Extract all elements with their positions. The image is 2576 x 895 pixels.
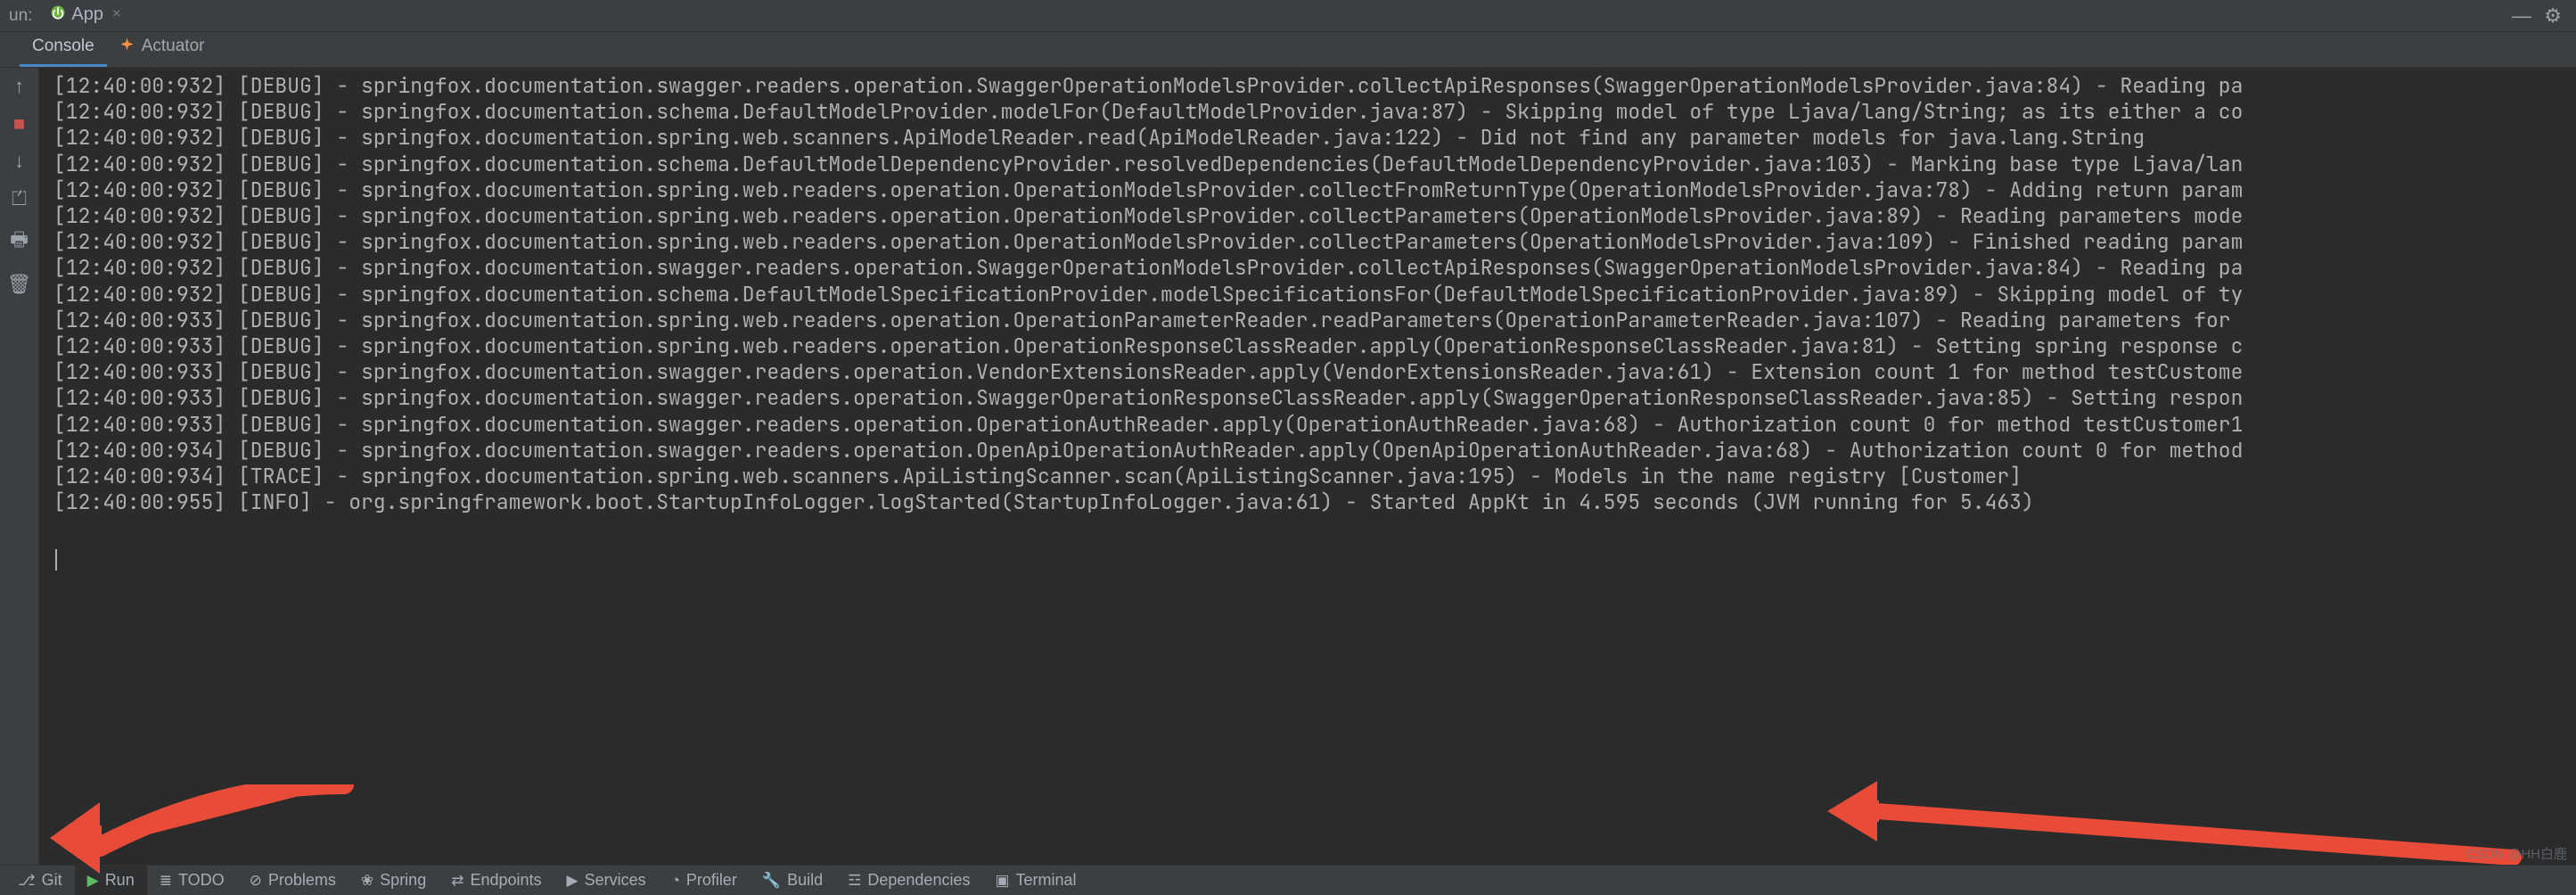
rerun-icon[interactable]: ↑ xyxy=(14,75,24,98)
footer-problems-label: Problems xyxy=(268,871,336,890)
dependencies-icon: ☲ xyxy=(848,872,861,890)
console-output[interactable]: [12:40:00:932] [DEBUG] - springfox.docum… xyxy=(39,68,2576,865)
footer-services[interactable]: ▶ Services xyxy=(554,866,659,895)
console-gutter: ↑ ■ ↓ ⏍ 🖶 🗑 xyxy=(0,68,39,865)
bottom-toolbar: ⎇ Git ▶ Run ≣ TODO ⊘ Problems ❀ Spring ⇄ Endpoints ▶… xyxy=(0,865,2576,895)
log-line: [12:40:00:934] [TRACE] - springfox.docum… xyxy=(53,464,2576,489)
log-line: [12:40:00:932] [DEBUG] - springfox.docum… xyxy=(53,229,2576,255)
run-label: un: xyxy=(9,6,32,26)
log-line: [12:40:00:932] [DEBUG] - springfox.docum… xyxy=(53,255,2576,281)
gear-icon[interactable]: ⚙ xyxy=(2544,4,2562,28)
footer-run-label: Run xyxy=(105,871,135,890)
footer-problems[interactable]: ⊘ Problems xyxy=(237,866,349,895)
tab-actuator[interactable]: Actuator xyxy=(107,28,217,67)
log-line: [12:40:00:955] [INFO] - org.springframew… xyxy=(53,489,2576,515)
footer-terminal[interactable]: ▣ Terminal xyxy=(982,866,1088,895)
close-tab-icon[interactable]: × xyxy=(112,6,120,22)
terminal-icon: ▣ xyxy=(995,872,1009,890)
footer-profiler[interactable]: ◔ Profiler xyxy=(659,866,750,895)
footer-build[interactable]: 🔧 Build xyxy=(750,866,835,895)
print-icon[interactable]: 🖶 xyxy=(10,225,29,259)
log-line: [12:40:00:932] [DEBUG] - springfox.docum… xyxy=(53,177,2576,203)
footer-todo-label: TODO xyxy=(178,871,225,890)
endpoints-icon: ⇄ xyxy=(451,872,464,890)
build-icon: 🔧 xyxy=(762,872,781,890)
log-line: [12:40:00:932] [DEBUG] - springfox.docum… xyxy=(53,152,2576,177)
log-line: [12:40:00:934] [DEBUG] - springfox.docum… xyxy=(53,438,2576,464)
watermark: CSDN @HH白鹿 xyxy=(2465,844,2567,863)
footer-endpoints[interactable]: ⇄ Endpoints xyxy=(439,866,554,895)
run-tabs: Console Actuator xyxy=(0,32,2576,68)
footer-todo[interactable]: ≣ TODO xyxy=(147,866,237,895)
log-line: [12:40:00:932] [DEBUG] - springfox.docum… xyxy=(53,99,2576,125)
log-line: [12:40:00:932] [DEBUG] - springfox.docum… xyxy=(53,125,2576,151)
tab-actuator-label: Actuator xyxy=(142,37,205,56)
spring-icon: ❀ xyxy=(361,872,373,890)
footer-dependencies[interactable]: ☲ Dependencies xyxy=(835,866,982,895)
down-icon[interactable]: ↓ xyxy=(14,150,24,173)
problems-icon: ⊘ xyxy=(250,872,262,890)
log-line: [12:40:00:932] [DEBUG] - springfox.docum… xyxy=(53,203,2576,229)
log-line: [12:40:00:933] [DEBUG] - springfox.docum… xyxy=(53,359,2576,385)
footer-git-label: Git xyxy=(42,871,62,890)
services-icon: ▶ xyxy=(567,872,578,890)
run-config-tab[interactable]: App × xyxy=(43,1,135,31)
footer-terminal-label: Terminal xyxy=(1016,871,1077,890)
log-line: [12:40:00:932] [DEBUG] - springfox.docum… xyxy=(53,73,2576,99)
hide-icon[interactable]: — xyxy=(2512,4,2531,28)
footer-run[interactable]: ▶ Run xyxy=(75,866,147,895)
stop-icon[interactable]: ■ xyxy=(13,112,25,135)
cursor xyxy=(55,549,57,571)
git-icon: ⎇ xyxy=(18,872,36,890)
log-line: [12:40:00:932] [DEBUG] - springfox.docum… xyxy=(53,282,2576,308)
layout-icon[interactable]: ⏍ xyxy=(12,187,27,210)
footer-services-label: Services xyxy=(585,871,646,890)
footer-dependencies-label: Dependencies xyxy=(867,871,970,890)
spring-boot-icon xyxy=(50,4,66,25)
footer-spring[interactable]: ❀ Spring xyxy=(349,866,439,895)
tab-console[interactable]: Console xyxy=(20,28,107,67)
todo-icon: ≣ xyxy=(160,872,172,890)
run-body: ↑ ■ ↓ ⏍ 🖶 🗑 [12:40:00:932] [DEBUG] - springfo… xyxy=(0,68,2576,865)
run-tool-header: un: App × — ⚙ xyxy=(0,0,2576,32)
run-config-name: App xyxy=(71,4,103,25)
tab-console-label: Console xyxy=(32,37,94,56)
actuator-icon xyxy=(119,37,135,56)
footer-profiler-label: Profiler xyxy=(686,871,737,890)
trash-icon[interactable]: 🗑 xyxy=(7,273,32,296)
footer-build-label: Build xyxy=(787,871,823,890)
footer-git[interactable]: ⎇ Git xyxy=(5,866,75,895)
footer-endpoints-label: Endpoints xyxy=(470,871,541,890)
run-icon: ▶ xyxy=(87,872,99,890)
log-line: [12:40:00:933] [DEBUG] - springfox.docum… xyxy=(53,412,2576,438)
footer-spring-label: Spring xyxy=(380,871,426,890)
profiler-icon: ◔ xyxy=(671,872,680,890)
log-line: [12:40:00:933] [DEBUG] - springfox.docum… xyxy=(53,385,2576,411)
log-line: [12:40:00:933] [DEBUG] - springfox.docum… xyxy=(53,333,2576,359)
log-line: [12:40:00:933] [DEBUG] - springfox.docum… xyxy=(53,308,2576,333)
